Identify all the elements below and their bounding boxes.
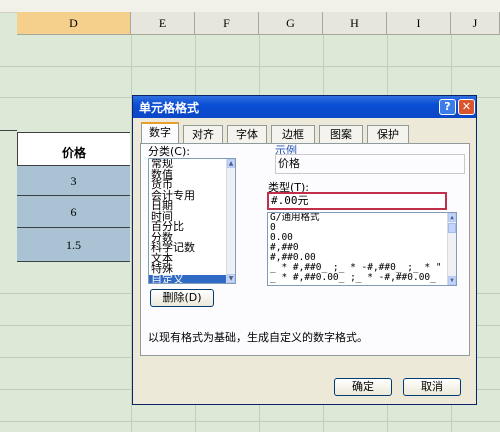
category-list[interactable]: 常规 数值 货币 会计专用 日期 时间 百分比 分数 科学记数 文本 特殊 自定…: [148, 158, 236, 284]
list-item[interactable]: 0: [268, 223, 456, 233]
tab-number[interactable]: 数字: [141, 122, 179, 144]
column-header-g[interactable]: G: [259, 12, 323, 35]
column-header-d[interactable]: D: [17, 12, 131, 35]
format-scrollbar[interactable]: ▲ ▼: [447, 213, 456, 285]
gridline: [0, 421, 500, 422]
format-cells-dialog: 单元格格式 ? ✕ 数字 对齐 字体 边框 图案 保护 分类(C): 常规 数值…: [132, 95, 477, 405]
tab-alignment[interactable]: 对齐: [183, 125, 223, 143]
scroll-down-icon[interactable]: ▼: [448, 276, 456, 285]
list-item[interactable]: G/通用格式: [268, 213, 456, 223]
category-label: 分类(C):: [148, 145, 190, 158]
tab-font[interactable]: 字体: [227, 125, 267, 143]
column-header-h[interactable]: H: [323, 12, 387, 35]
delete-button[interactable]: 删除(D): [150, 289, 214, 307]
tab-border[interactable]: 边框: [271, 125, 315, 143]
category-scrollbar[interactable]: ▲ ▼: [226, 159, 235, 283]
price-cell[interactable]: 6: [17, 196, 130, 228]
number-tab-panel: 分类(C): 常规 数值 货币 会计专用 日期 时间 百分比 分数 科学记数 文…: [140, 143, 470, 356]
gridline: [0, 66, 500, 67]
dialog-title: 单元格格式: [139, 101, 200, 115]
dialog-titlebar[interactable]: 单元格格式 ? ✕: [133, 96, 476, 118]
price-cell[interactable]: 1.5: [17, 228, 130, 262]
column-header-i[interactable]: I: [387, 12, 451, 35]
price-header-cell[interactable]: 价格: [17, 132, 130, 166]
list-item-selected[interactable]: 自定义: [149, 274, 235, 283]
format-code-list[interactable]: G/通用格式 0 0.00 #,##0 #,##0.00 _ * #,##0_ …: [267, 212, 457, 286]
tab-protection[interactable]: 保护: [367, 125, 409, 143]
help-icon[interactable]: ?: [439, 99, 456, 115]
price-cell[interactable]: 3: [17, 166, 130, 196]
column-header-f[interactable]: F: [195, 12, 259, 35]
column-header-e[interactable]: E: [131, 12, 195, 35]
format-description: 以现有格式为基础，生成自定义的数字格式。: [148, 331, 368, 344]
gridline: [0, 130, 17, 131]
type-input[interactable]: #.00元: [267, 192, 447, 210]
tab-pattern[interactable]: 图案: [319, 125, 363, 143]
list-item[interactable]: _ * #,##0.00_ ;_ * -#,##0.00_: [268, 273, 456, 283]
scroll-thumb[interactable]: [448, 223, 456, 233]
close-icon[interactable]: ✕: [458, 99, 475, 115]
ok-button[interactable]: 确定: [334, 378, 392, 396]
scroll-up-icon[interactable]: ▲: [227, 159, 235, 168]
sample-preview: 价格: [275, 154, 465, 174]
column-header-j[interactable]: J: [451, 12, 500, 35]
scroll-down-icon[interactable]: ▼: [227, 274, 235, 283]
scroll-up-icon[interactable]: ▲: [448, 213, 456, 222]
cancel-button[interactable]: 取消: [403, 378, 461, 396]
